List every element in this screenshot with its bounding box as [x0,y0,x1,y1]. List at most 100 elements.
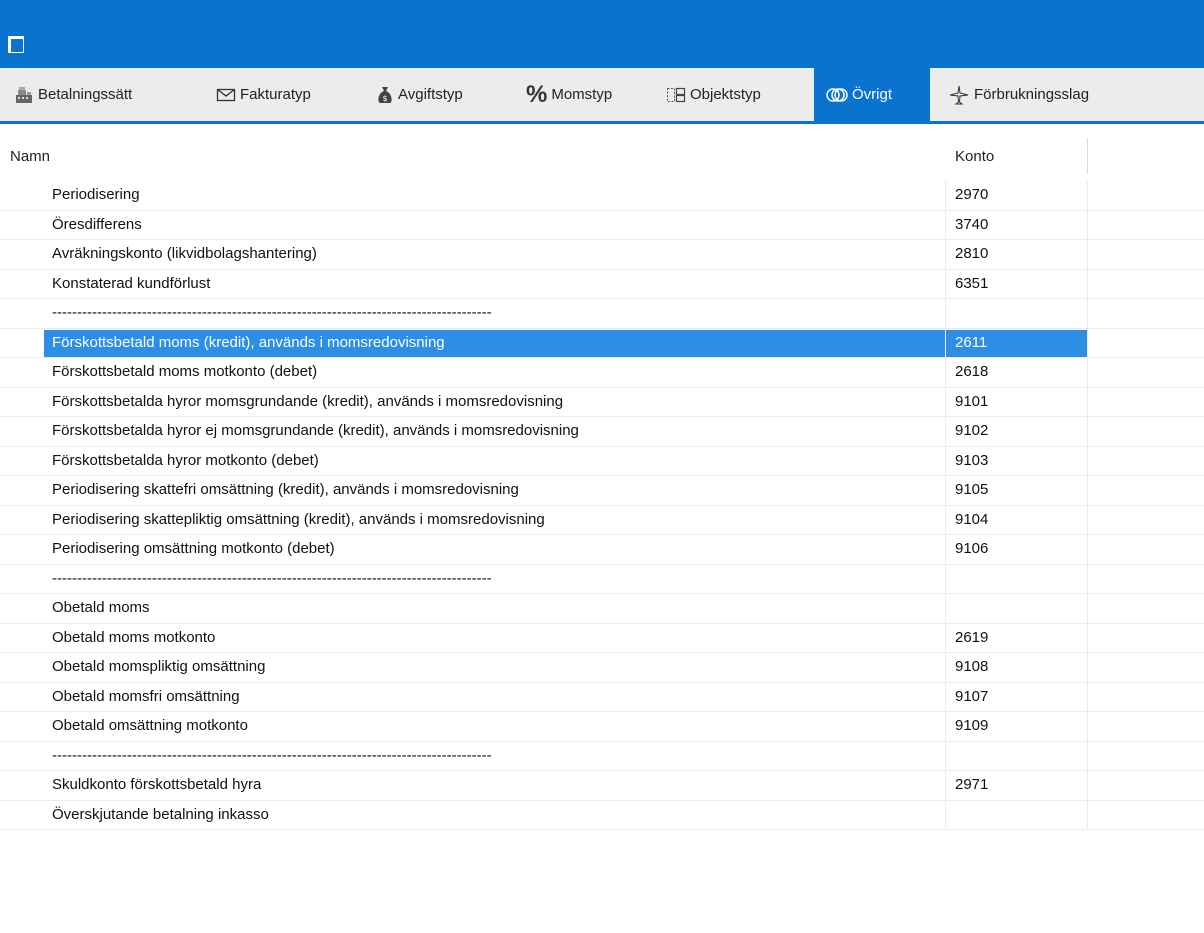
column-divider [945,771,946,800]
column-divider [1087,623,1088,652]
tab-fakturatyp[interactable]: Fakturatyp [216,68,366,121]
tab-ovrigt[interactable]: Övrigt [814,68,930,121]
column-divider [1087,240,1088,269]
table-row[interactable]: Periodisering skattepliktig omsättning (… [0,505,1204,535]
tab-forbrukningsslag[interactable]: Förbrukningsslag [948,68,1148,121]
table-row[interactable]: Öresdifferens 3740 [0,210,1204,240]
column-divider [1087,653,1088,682]
column-divider [945,623,946,652]
column-divider [1087,358,1088,387]
title-bar [0,0,1204,68]
column-divider [945,240,946,269]
tab-label: Objektstyp [690,86,761,103]
svg-text:$: $ [382,94,387,103]
table-row[interactable]: Periodisering 2970 [0,181,1204,211]
table-row[interactable]: Skuldkonto förskottsbetald hyra 2971 [0,771,1204,801]
table-row[interactable]: Förskottsbetalda hyror motkonto (debet) 9… [0,446,1204,476]
tab-momstyp[interactable]: % Momstyp [526,68,652,121]
table-row[interactable]: Avräkningskonto (likvidbolagshantering) 2… [0,240,1204,270]
cell-namn: Konstaterad kundförlust [52,274,211,292]
cell-konto: 9105 [955,481,989,498]
table-row[interactable]: ----------------------------------------… [0,564,1204,594]
cell-konto: 6351 [955,274,989,292]
column-divider [945,653,946,682]
tab-label: Avgiftstyp [398,86,463,103]
column-divider [945,476,946,505]
cell-namn: Obetald momspliktig omsättning [52,658,266,675]
cell-namn: ----------------------------------------… [52,569,492,587]
grid-header: Namn Konto [0,138,1204,178]
table-row[interactable]: Obetald momsfri omsättning 9107 [0,682,1204,712]
table-row[interactable]: Obetald moms motkonto 2619 [0,623,1204,653]
envelope-icon [216,87,236,103]
column-divider [1087,771,1088,800]
column-divider [1087,328,1088,357]
tab-label: Momstyp [551,86,613,103]
cell-namn: Förskottsbetalda hyror motkonto (debet) [52,451,319,469]
tab-label: Betalningssätt [38,86,133,103]
table-row[interactable]: ----------------------------------------… [0,741,1204,771]
table-row[interactable]: Överskjutande betalning inkasso [0,800,1204,830]
tab-label: Fakturatyp [240,86,311,103]
column-header-konto[interactable]: Konto [955,148,994,165]
cell-namn: Periodisering omsättning motkonto (debet… [52,540,335,557]
cell-namn: Periodisering [52,186,140,203]
cell-konto: 9101 [955,392,989,410]
column-divider [1087,476,1088,505]
column-divider [945,446,946,475]
cell-konto: 9108 [955,658,989,675]
tab-objektstyp[interactable]: Objektstyp [666,68,808,121]
column-divider [945,328,946,357]
table-row[interactable]: Obetald moms [0,594,1204,624]
column-header-namn[interactable]: Namn [10,148,50,165]
column-divider [945,387,946,416]
window-icon [8,36,24,53]
cell-namn: Förskottsbetalda hyror ej momsgrundande … [52,422,579,439]
column-divider [945,269,946,298]
column-divider [945,712,946,741]
grid-rows: Periodisering 2970 Öresdifferens 3740 Avräkn… [0,181,1204,830]
cell-konto: 9109 [955,717,989,734]
column-separator [1087,138,1088,174]
tab-toolbar: Betalningssätt Fakturatyp $ Avgiftstyp %… [0,68,1204,124]
cell-konto: 3740 [955,215,989,233]
column-divider [1087,299,1088,328]
cell-namn: Skuldkonto förskottsbetald hyra [52,776,262,793]
table-row[interactable]: ----------------------------------------… [0,299,1204,329]
table-row[interactable]: Obetald omsättning motkonto 9109 [0,712,1204,742]
cell-namn: ----------------------------------------… [52,304,492,321]
table-row[interactable]: Förskottsbetalda hyror momsgrundande (kr… [0,387,1204,417]
table-row[interactable]: Förskottsbetald moms motkonto (debet) 261… [0,358,1204,388]
table-row[interactable]: Konstaterad kundförlust 6351 [0,269,1204,299]
rings-icon [826,87,848,103]
table-row[interactable]: Förskottsbetald moms (kredit), används i… [0,328,1204,358]
column-divider [1087,682,1088,711]
table-row[interactable]: Obetald momspliktig omsättning 9108 [0,653,1204,683]
cell-namn: Öresdifferens [52,215,142,233]
column-divider [1087,564,1088,593]
tab-betalningssatt[interactable]: Betalningssätt [14,68,206,121]
tab-label: Övrigt [852,86,893,103]
cell-konto: 2619 [955,628,989,646]
cash-register-icon [14,86,34,104]
table-row[interactable]: Periodisering skattefri omsättning (kred… [0,476,1204,506]
column-divider [1087,269,1088,298]
tab-avgiftstyp[interactable]: $ Avgiftstyp [376,68,516,121]
column-divider [945,181,946,210]
column-divider [945,417,946,446]
column-divider [945,299,946,328]
cell-namn: Förskottsbetalda hyror momsgrundande (kr… [52,392,564,410]
column-divider [1087,741,1088,770]
column-divider [1087,712,1088,741]
cell-namn: Obetald omsättning motkonto [52,717,248,734]
plane-icon [948,85,970,105]
cell-namn: Obetald momsfri omsättning [52,687,240,705]
table-row[interactable]: Förskottsbetalda hyror ej momsgrundande … [0,417,1204,447]
table-row[interactable]: Periodisering omsättning motkonto (debet… [0,535,1204,565]
object-type-icon [666,86,686,104]
cell-namn: Periodisering skattefri omsättning (kred… [52,481,519,498]
cell-namn: Obetald moms motkonto [52,628,216,646]
cell-namn: Periodisering skattepliktig omsättning (… [52,510,545,528]
cell-namn: Förskottsbetald moms motkonto (debet) [52,363,318,380]
column-divider [1087,800,1088,829]
